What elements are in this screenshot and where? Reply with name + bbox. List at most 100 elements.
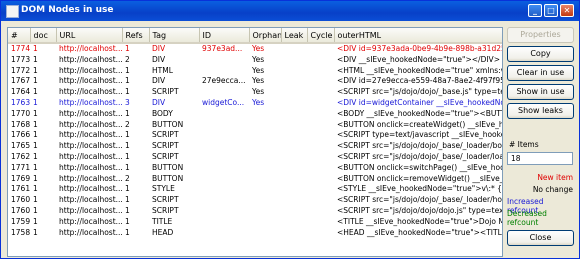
properties-button[interactable]: Properties [507, 27, 574, 43]
table-row[interactable]: 1769 1 http://localhost... 2 BUTTON <BUTTON o… [8, 174, 502, 185]
nodes-table[interactable]: # doc URL Refs Tag ID Orphan Leak Cycle outerHTML… [7, 27, 503, 257]
window-title: DOM Nodes in use [21, 5, 114, 15]
col-cycle-cell [307, 174, 334, 185]
col-tag-cell: SCRIPT [152, 151, 179, 161]
col-doc-cell: 1 [33, 141, 38, 151]
col-doc-cell: 1 [33, 119, 38, 129]
col-leak-cell [281, 174, 307, 185]
col-cycle-header[interactable]: Cycle [307, 28, 335, 44]
minimize-button[interactable]: _ [528, 4, 542, 17]
col-url-cell: http://localhost... [59, 216, 122, 226]
show-leaks-button[interactable]: Show leaks [507, 103, 574, 119]
col-cycle-cell [307, 120, 334, 131]
table-row[interactable]: 1763 1 http://localhost... 3 DIV widgetCo... Y… [8, 98, 502, 109]
table-row[interactable]: 1760 1 http://localhost... 1 SCRIPT <SCRIPT s… [8, 206, 502, 217]
col-orphan-cell: Yes [252, 97, 265, 107]
legend-no-change: No change [532, 185, 573, 194]
col-id-cell [199, 109, 249, 120]
col-tag-cell: SCRIPT [152, 195, 179, 205]
col-outerhtml-cell: <DIV id=widgetContainer __sIEve_hookedNo… [337, 97, 502, 107]
col-leak-cell [281, 206, 307, 217]
col-orphan-header[interactable]: Orphan [249, 28, 282, 44]
col-doc-cell: 1 [33, 87, 38, 97]
col-outerhtml-header[interactable]: outerHTML [334, 28, 502, 44]
col-number-cell: 1760 [11, 195, 30, 205]
table-row[interactable]: 1759 1 http://localhost... 1 TITLE <TITLE __s… [8, 217, 502, 228]
col-id-cell [199, 66, 249, 77]
col-number-cell: 1767 [11, 76, 30, 86]
col-tag-header[interactable]: Tag [149, 28, 200, 44]
col-url-cell: http://localhost... [59, 162, 122, 172]
show-in-use-button[interactable]: Show in use [507, 84, 574, 100]
maximize-button[interactable]: □ [544, 4, 558, 17]
col-id-cell [199, 195, 249, 206]
col-orphan-cell [249, 109, 281, 120]
items-count-field[interactable]: 18 [507, 152, 573, 165]
col-doc-cell: 1 [33, 65, 38, 75]
col-refs-cell: 2 [125, 54, 130, 64]
col-cycle-cell [307, 195, 334, 206]
col-number-cell: 1770 [11, 108, 30, 118]
table-row[interactable]: 1764 1 http://localhost... 1 SCRIPT Yes <SCRIP… [8, 87, 502, 98]
title-bar[interactable]: DOM Nodes in use _ □ ✕ [1, 1, 579, 21]
col-url-cell: http://localhost... [59, 184, 122, 194]
col-orphan-cell [249, 184, 281, 195]
col-outerhtml-cell: <STYLE __sIEve_hookedNode="true">v\:* {D… [337, 184, 502, 194]
col-url-cell: http://localhost... [59, 173, 122, 183]
table-row[interactable]: 1773 1 http://localhost... 2 DIV Yes <DIV __sI… [8, 55, 502, 66]
col-number-cell: 1762 [11, 151, 30, 161]
col-url-cell: http://localhost... [59, 205, 122, 215]
col-number-header[interactable]: # [8, 28, 31, 44]
copy-button[interactable]: Copy [507, 46, 574, 62]
table-row[interactable]: 1760 1 http://localhost... 1 SCRIPT <SCRIPT s… [8, 195, 502, 206]
table-row[interactable]: 1766 1 http://localhost... 1 SCRIPT <SCRIPT t… [8, 130, 502, 141]
col-id-cell [199, 228, 249, 239]
col-tag-cell: HEAD [152, 227, 174, 237]
col-id-cell [199, 130, 249, 141]
col-leak-cell [281, 87, 307, 98]
table-row[interactable]: 1774 1 http://localhost... 1 DIV 937e3ad... Ye… [8, 43, 502, 55]
col-leak-cell [281, 152, 307, 163]
col-refs-cell: 1 [125, 76, 130, 86]
col-orphan-cell: Yes [252, 65, 265, 75]
col-leak-cell [281, 109, 307, 120]
col-id-header[interactable]: ID [199, 28, 250, 44]
table-row[interactable]: 1770 1 http://localhost... 1 BODY <BODY __sIE… [8, 109, 502, 120]
col-cycle-cell [307, 184, 334, 195]
col-outerhtml-cell: <DIV id=27e9ecca-e559-48a7-8ae2-4f97f956… [337, 76, 502, 86]
col-leak-header[interactable]: Leak [281, 28, 308, 44]
table-row[interactable]: 1765 1 http://localhost... 1 SCRIPT <SCRIPT s… [8, 141, 502, 152]
close-button[interactable]: Close [507, 230, 574, 246]
col-cycle-cell [307, 163, 334, 174]
table-row[interactable]: 1771 1 http://localhost... 1 BUTTON <BUTTON o… [8, 163, 502, 174]
table-row[interactable]: 1768 1 http://localhost... 2 BUTTON <BUTTON o… [8, 120, 502, 131]
col-refs-cell: 1 [125, 205, 130, 215]
app-icon [6, 5, 19, 18]
table-row[interactable]: 1767 1 http://localhost... 1 DIV 27e9ecca... Y… [8, 76, 502, 87]
col-orphan-cell [249, 217, 281, 228]
table-row[interactable]: 1761 1 http://localhost... 1 STYLE <STYLE __s… [8, 184, 502, 195]
table-row[interactable]: 1772 1 http://localhost... 1 HTML Yes <HTML __… [8, 66, 502, 77]
col-orphan-cell [249, 141, 281, 152]
col-cycle-cell [307, 66, 334, 77]
col-number-cell: 1763 [11, 97, 30, 107]
col-doc-header[interactable]: doc [30, 28, 57, 44]
col-url-cell: http://localhost... [59, 54, 122, 64]
col-outerhtml-cell: <BUTTON onclick=removeWidget() __sIEve_h… [337, 173, 502, 183]
col-tag-cell: DIV [152, 54, 166, 64]
col-refs-header[interactable]: Refs [122, 28, 150, 44]
col-url-header[interactable]: URL [56, 28, 123, 44]
col-url-cell: http://localhost... [59, 65, 122, 75]
col-refs-cell: 1 [125, 108, 130, 118]
close-window-button[interactable]: ✕ [560, 4, 574, 17]
clear-in-use-button[interactable]: Clear in use [507, 65, 574, 81]
col-tag-cell: BUTTON [152, 173, 184, 183]
col-refs-cell: 2 [125, 173, 130, 183]
col-tag-cell: BUTTON [152, 162, 184, 172]
col-refs-cell: 1 [125, 65, 130, 75]
col-id-cell [199, 87, 249, 98]
col-number-cell: 1758 [11, 227, 30, 237]
col-outerhtml-cell: <HEAD __sIEve_hookedNode="true"><TITLE _… [337, 227, 502, 237]
table-row[interactable]: 1758 1 http://localhost... 1 HEAD <HEAD __sIE… [8, 228, 502, 239]
table-row[interactable]: 1762 1 http://localhost... 1 SCRIPT <SCRIPT s… [8, 152, 502, 163]
